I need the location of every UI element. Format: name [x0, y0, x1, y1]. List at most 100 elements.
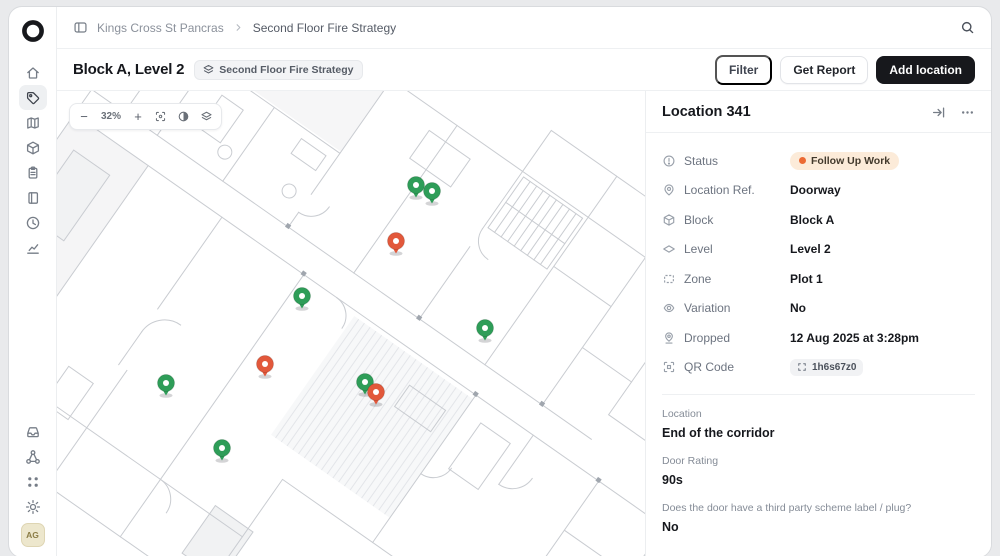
zoom-level: 32%	[100, 111, 121, 122]
section-value-location: End of the corridor	[662, 426, 775, 440]
field-row-zone: Zone Plot 1	[662, 264, 975, 294]
main-area: Kings Cross St Pancras Second Floor Fire…	[57, 7, 991, 556]
sidebar-item-home[interactable]	[19, 60, 47, 85]
app-window: AG Kings Cross St Pancras Second Floor F…	[8, 6, 992, 556]
field-value-dropped: 12 Aug 2025 at 3:28pm	[790, 330, 919, 345]
map-pin-complete[interactable]	[407, 176, 425, 200]
cube-icon	[26, 141, 39, 154]
cube-icon	[663, 214, 675, 226]
field-value-block: Block A	[790, 212, 835, 227]
filter-button[interactable]: Filter	[714, 54, 773, 85]
zoom-out-button[interactable]: −	[74, 106, 94, 127]
chart-icon	[26, 243, 39, 254]
plan-badge-label: Second Floor Fire Strategy	[219, 63, 354, 76]
field-row-qr-code: QR Code 1h6s67z0	[662, 353, 975, 383]
apps-grid-icon	[27, 476, 38, 487]
level-icon	[663, 245, 675, 253]
section-label-third-party: Does the door have a third party scheme …	[662, 502, 912, 514]
field-label-level: Level	[684, 242, 713, 257]
sidebar-item-integrations[interactable]	[19, 444, 47, 469]
field-row-block: Block Block A	[662, 205, 975, 235]
sidebar-item-documents[interactable]	[19, 185, 47, 210]
map-pin-complete[interactable]	[213, 439, 231, 463]
field-value-variation: No	[790, 301, 806, 316]
field-row-location-ref: Location Ref. Doorway	[662, 176, 975, 206]
contrast-icon[interactable]	[172, 106, 194, 127]
layers-icon[interactable]	[195, 106, 217, 127]
fit-view-icon[interactable]	[149, 106, 171, 127]
field-value-level: Level 2	[790, 242, 831, 257]
field-label-status: Status	[684, 153, 719, 168]
section-third-party-label: Does the door have a third party scheme …	[662, 502, 975, 534]
collapse-panel-icon[interactable]	[931, 105, 946, 120]
qr-code-icon	[663, 362, 675, 373]
map-pin-complete[interactable]	[476, 319, 494, 343]
breadcrumb-project[interactable]: Kings Cross St Pancras	[97, 21, 224, 35]
panel-divider	[662, 394, 975, 395]
breadcrumb-plan[interactable]: Second Floor Fire Strategy	[253, 21, 396, 35]
sidebar-item-history[interactable]	[19, 210, 47, 235]
map-pin-follow_up[interactable]	[387, 232, 405, 256]
field-label-block: Block	[684, 212, 714, 227]
status-badge: Follow Up Work	[790, 151, 900, 170]
sidebar-item-inbox[interactable]	[19, 419, 47, 444]
qr-mini-icon	[798, 363, 806, 371]
more-options-icon[interactable]	[960, 105, 975, 120]
sidebar-item-settings[interactable]	[19, 494, 47, 519]
location-detail-panel: Location 341 Status Follow Up Work Locat…	[645, 91, 991, 556]
field-row-status: Status Follow Up Work	[662, 146, 975, 176]
avatar[interactable]: AG	[20, 523, 45, 547]
add-location-button[interactable]: Add location	[876, 55, 975, 84]
sidebar-item-analytics[interactable]	[19, 235, 47, 260]
field-label-qr-code: QR Code	[684, 360, 735, 375]
pin-drop-icon	[665, 332, 673, 344]
clock-icon	[26, 216, 39, 229]
sidebar-item-apps[interactable]	[19, 469, 47, 494]
field-row-dropped: Dropped 12 Aug 2025 at 3:28pm	[662, 323, 975, 353]
tag-icon	[26, 91, 39, 104]
status-value: Follow Up Work	[811, 154, 891, 167]
panel-header: Location 341	[646, 91, 991, 133]
get-report-button[interactable]: Get Report	[780, 55, 869, 84]
book-icon	[27, 191, 38, 204]
section-door-rating: Door Rating 90s	[662, 455, 975, 487]
panel-toggle-icon[interactable]	[73, 20, 88, 35]
status-dot	[799, 157, 806, 165]
section-value-door-rating: 90s	[662, 473, 683, 487]
section-value-third-party: No	[662, 520, 679, 534]
sidebar-item-inspections[interactable]	[19, 160, 47, 185]
section-label-location: Location	[662, 408, 702, 420]
map-pin-follow_up[interactable]	[256, 355, 274, 379]
sidebar-item-locations[interactable]	[18, 85, 47, 110]
floorplan-canvas[interactable]: − 32% +	[57, 91, 645, 556]
zoom-in-button[interactable]: +	[128, 106, 148, 127]
sidebar-item-assets[interactable]	[19, 135, 47, 160]
map-toolbar: − 32% +	[69, 103, 222, 130]
zone-icon	[664, 274, 674, 283]
plan-toolbar: Block A, Level 2 Second Floor Fire Strat…	[57, 49, 991, 91]
search-icon[interactable]	[960, 20, 975, 35]
field-value-location-ref: Doorway	[790, 183, 841, 198]
map-pin-complete[interactable]	[157, 374, 175, 398]
status-icon	[663, 155, 675, 167]
app-logo	[21, 19, 45, 48]
map-pin-complete[interactable]	[293, 287, 311, 311]
home-icon	[26, 66, 39, 79]
field-row-level: Level Level 2	[662, 235, 975, 265]
top-header: Kings Cross St Pancras Second Floor Fire…	[57, 7, 991, 49]
map-pin-follow_up[interactable]	[367, 383, 385, 407]
map-icon	[26, 116, 39, 129]
map-pin-complete[interactable]	[423, 182, 441, 206]
section-label-door-rating: Door Rating	[662, 455, 719, 467]
eye-icon	[663, 304, 675, 313]
sidebar-item-maps[interactable]	[19, 110, 47, 135]
plan-badge: Second Floor Fire Strategy	[194, 59, 363, 80]
section-location: Location End of the corridor	[662, 408, 975, 440]
page-title: Block A, Level 2	[73, 61, 185, 78]
panel-body: Status Follow Up Work Location Ref. Door…	[646, 133, 991, 556]
qr-code-badge[interactable]: 1h6s67z0	[790, 358, 864, 376]
field-label-variation: Variation	[684, 301, 731, 316]
location-title: Location 341	[662, 104, 751, 120]
field-label-location-ref: Location Ref.	[684, 183, 755, 198]
pins-layer	[157, 176, 494, 463]
